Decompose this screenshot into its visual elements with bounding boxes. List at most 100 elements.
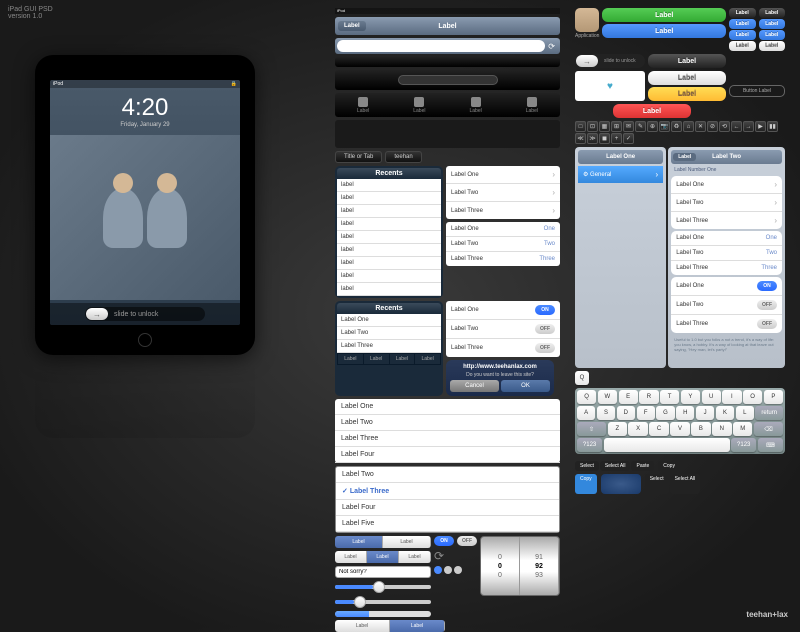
edit-select-all[interactable]: Select All	[670, 474, 701, 494]
key[interactable]: F	[637, 406, 655, 420]
app-icon[interactable]	[575, 8, 599, 32]
slider[interactable]	[335, 585, 431, 589]
ok-button[interactable]: OK	[501, 380, 550, 392]
toolbar-icon[interactable]: ✉	[623, 121, 634, 132]
list-item[interactable]: Label Three	[335, 431, 560, 447]
edit-select[interactable]: Select	[575, 461, 599, 471]
list-item[interactable]: Label One›	[671, 176, 782, 194]
popover-item[interactable]: Label Three	[337, 340, 441, 353]
key[interactable]: R	[639, 390, 658, 404]
popover-tab[interactable]: Label	[415, 354, 440, 364]
key[interactable]: H	[676, 406, 694, 420]
key[interactable]: Q	[577, 390, 596, 404]
button-black[interactable]: Label	[648, 54, 726, 68]
search-input[interactable]	[337, 40, 545, 52]
list-item[interactable]: Label OneOne	[671, 231, 782, 246]
key[interactable]: X	[628, 422, 647, 436]
popover-item[interactable]: Label One	[337, 314, 441, 327]
key-numbers[interactable]: ?123	[731, 438, 756, 452]
mini-button[interactable]: Label	[729, 30, 756, 40]
list-item[interactable]: Label Two	[336, 467, 559, 483]
key[interactable]: Z	[608, 422, 627, 436]
button-green[interactable]: Label	[602, 8, 726, 22]
key-return[interactable]: return	[755, 406, 783, 420]
toolbar-icon[interactable]: 📷	[659, 121, 670, 132]
key[interactable]: ⌫	[754, 422, 783, 436]
list-item[interactable]: Label Five	[336, 516, 559, 532]
toolbar-icon[interactable]: ⊞	[611, 121, 622, 132]
toggle-switch[interactable]: ON	[535, 305, 555, 315]
selection-loupe[interactable]	[601, 474, 641, 494]
edit-select[interactable]: Select	[645, 474, 669, 494]
toolbar-icon[interactable]: ←	[731, 121, 742, 132]
toolbar-icon[interactable]: ♻	[671, 121, 682, 132]
key[interactable]: A	[577, 406, 595, 420]
picker-wheel[interactable]: 000 919293	[480, 536, 560, 596]
list-item-selected[interactable]: ⚙ General›	[578, 166, 663, 183]
button-white[interactable]: Label	[648, 71, 726, 85]
toolbar-icon[interactable]: ▦	[599, 121, 610, 132]
button-segmented[interactable]: LabelLabel	[335, 620, 445, 632]
tab-item[interactable]: Label	[526, 97, 538, 114]
list-item[interactable]: Label TwoTwo	[671, 246, 782, 261]
toolbar-icon[interactable]: ▶	[755, 121, 766, 132]
mini-button[interactable]: Label	[759, 19, 786, 29]
mini-button[interactable]: Label	[759, 41, 786, 51]
edit-copy[interactable]: Copy	[658, 461, 680, 471]
list-item[interactable]: Label One	[335, 399, 560, 415]
key[interactable]: Y	[681, 390, 700, 404]
edit-copy[interactable]: Copy	[575, 474, 597, 494]
key[interactable]: P	[764, 390, 783, 404]
list-item[interactable]: Label OneOne	[446, 222, 560, 237]
edit-select-all[interactable]: Select All	[600, 461, 631, 471]
button-red[interactable]: Label	[613, 104, 691, 118]
key[interactable]: L	[736, 406, 754, 420]
list-item-selected[interactable]: Label Three	[336, 483, 559, 500]
segmented-control[interactable]: LabelLabel	[335, 536, 431, 548]
cancel-button[interactable]: Cancel	[450, 380, 499, 392]
list-item[interactable]: Label TwoTwo	[446, 237, 560, 252]
toolbar-icon[interactable]: ⊕	[647, 121, 658, 132]
mini-button[interactable]: Label	[759, 30, 786, 40]
toolbar-icon[interactable]: ⊘	[707, 121, 718, 132]
popover-item[interactable]: label	[337, 244, 441, 257]
popover-tab[interactable]: Label	[338, 354, 363, 364]
popover-item[interactable]: label	[337, 270, 441, 283]
toggle-switch[interactable]: OFF	[457, 536, 477, 546]
toggle-switch[interactable]: OFF	[535, 343, 555, 353]
toolbar-input[interactable]	[398, 75, 498, 85]
mini-button[interactable]: Label	[729, 8, 756, 18]
popover-item[interactable]: label	[337, 231, 441, 244]
key[interactable]: V	[670, 422, 689, 436]
toggle-switch[interactable]: OFF	[757, 300, 777, 310]
key[interactable]: E	[619, 390, 638, 404]
slider[interactable]	[335, 600, 431, 604]
list-item[interactable]: Label ThreeThree	[446, 252, 560, 266]
button-yellow[interactable]: Label	[648, 87, 726, 101]
text-input[interactable]	[335, 566, 431, 578]
back-button[interactable]: Label	[673, 153, 696, 161]
toolbar-icon[interactable]: □	[575, 121, 586, 132]
toolbar-icon[interactable]: ⌂	[683, 121, 694, 132]
popover-item[interactable]: label	[337, 205, 441, 218]
key-space[interactable]	[604, 438, 730, 452]
toggle-switch[interactable]: OFF	[757, 319, 777, 329]
list-item[interactable]: Label Two	[335, 415, 560, 431]
popover-item[interactable]: Label Two	[337, 327, 441, 340]
key[interactable]: W	[598, 390, 617, 404]
key-numbers[interactable]: ?123	[577, 438, 602, 452]
tag-button[interactable]: teehan	[385, 151, 421, 163]
key[interactable]: I	[722, 390, 741, 404]
key[interactable]: K	[716, 406, 734, 420]
toolbar-icon[interactable]: ✓	[623, 133, 634, 144]
back-button[interactable]: Label	[338, 21, 366, 31]
toggle-switch[interactable]: ON	[434, 536, 454, 546]
popover-tab[interactable]: Label	[364, 354, 389, 364]
key[interactable]: O	[743, 390, 762, 404]
home-button[interactable]	[138, 333, 152, 347]
list-item[interactable]: Label Two›	[671, 194, 782, 212]
toolbar-icon[interactable]: ⟲	[719, 121, 730, 132]
key[interactable]: ⇧	[577, 422, 606, 436]
toggle-switch[interactable]: ON	[757, 281, 777, 291]
unlock-arrow-icon[interactable]: →	[86, 308, 108, 320]
